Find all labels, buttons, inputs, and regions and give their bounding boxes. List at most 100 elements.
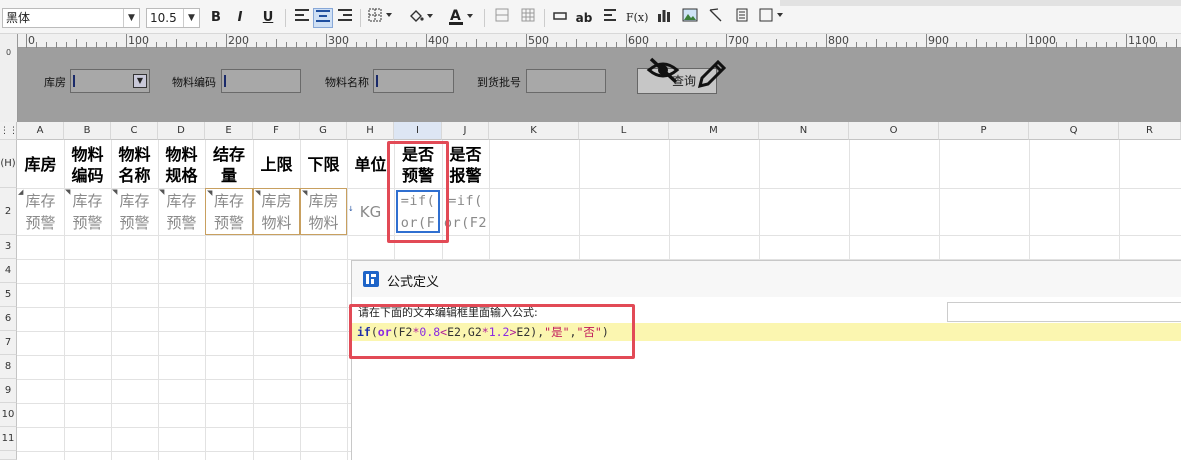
batch-number-field[interactable] — [526, 69, 606, 93]
fill-color-icon[interactable] — [406, 8, 438, 28]
italic-button[interactable]: I — [230, 8, 250, 28]
ruler-minor-tick — [96, 42, 97, 48]
image-icon[interactable] — [680, 8, 700, 28]
ruler-minor-tick — [936, 42, 937, 48]
cell-text: =if( or(F2 — [443, 192, 488, 231]
warehouse-combo[interactable]: ▼ — [70, 69, 150, 93]
box-border-icon[interactable] — [758, 8, 788, 28]
row-header[interactable]: 7 — [0, 331, 17, 355]
data-cell[interactable]: ◥ 库房 物料 — [253, 188, 300, 235]
row-header[interactable]: 4 — [0, 259, 17, 283]
data-cell[interactable]: ◥ 库房 物料 — [300, 188, 347, 235]
chevron-down-icon[interactable]: ▼ — [183, 9, 199, 27]
row-header[interactable]: 8 — [0, 355, 17, 379]
column-header[interactable]: C — [111, 122, 158, 140]
data-cell[interactable]: ◥ 库存 预警 — [158, 188, 205, 235]
pencil-icon[interactable] — [694, 56, 728, 92]
header-cell[interactable]: 物料 名称 — [111, 141, 158, 188]
row-header[interactable]: 2 — [0, 188, 17, 235]
header-cell[interactable]: 下限 — [300, 141, 347, 188]
font-size-select[interactable]: 10.5 ▼ — [146, 8, 200, 28]
data-cell[interactable]: ◥ 库存 预警 — [64, 188, 111, 235]
column-header-selected[interactable]: I — [394, 122, 442, 140]
chevron-down-icon[interactable]: ▼ — [123, 9, 139, 27]
font-size-value: 10.5 — [150, 11, 177, 25]
column-header[interactable]: R — [1119, 122, 1181, 140]
align-left-icon[interactable] — [292, 8, 312, 28]
toolbar-separator — [544, 9, 545, 27]
column-header[interactable]: M — [669, 122, 759, 140]
column-header[interactable]: A — [17, 122, 64, 140]
row-header[interactable]: 9 — [0, 379, 17, 403]
function-search-input[interactable] — [947, 302, 1181, 322]
row-header-h[interactable]: (H) — [0, 140, 17, 188]
data-cell[interactable]: ◥ 库存 预警 — [111, 188, 158, 235]
material-code-field[interactable] — [221, 69, 301, 93]
row-header-partial[interactable] — [0, 451, 17, 460]
document-icon[interactable] — [732, 8, 752, 28]
data-cell[interactable]: ◥ 库存 预警 — [205, 188, 253, 235]
row-header[interactable]: 6 — [0, 307, 17, 331]
bold-button[interactable]: B — [206, 8, 226, 28]
ruler-minor-tick — [576, 39, 577, 48]
header-cell[interactable]: 库房 — [17, 141, 64, 188]
column-header[interactable]: P — [939, 122, 1029, 140]
border-icon[interactable] — [366, 8, 398, 28]
column-header[interactable]: E — [205, 122, 253, 140]
column-header[interactable]: Q — [1029, 122, 1119, 140]
ruler-minor-tick — [106, 42, 107, 48]
formula-highlight-box — [349, 304, 635, 359]
row-header[interactable]: 3 — [0, 235, 17, 259]
column-header[interactable]: D — [158, 122, 205, 140]
row-header[interactable]: 11 — [0, 427, 17, 451]
row-header[interactable]: 5 — [0, 283, 17, 307]
bar-chart-icon[interactable] — [654, 8, 674, 28]
combo-dropdown-icon[interactable]: ▼ — [133, 74, 147, 88]
ruler-minor-tick — [1076, 39, 1077, 48]
table-grid-icon[interactable] — [518, 8, 538, 28]
paragraph-icon[interactable] — [600, 8, 620, 28]
row-header[interactable]: 10 — [0, 403, 17, 427]
header-cell[interactable]: 物料 规格 — [158, 141, 205, 188]
ruler-minor-tick — [306, 42, 307, 48]
text-ab-icon[interactable]: ab — [574, 8, 594, 28]
ruler-minor-tick — [856, 42, 857, 48]
merge-cells-icon[interactable] — [492, 8, 512, 28]
slash-line-icon[interactable] — [706, 8, 726, 28]
material-name-field[interactable] — [373, 69, 454, 93]
header-cell[interactable]: 上限 — [253, 141, 300, 188]
eye-slash-icon[interactable] — [646, 56, 686, 86]
ruler-minor-tick — [616, 42, 617, 48]
column-header[interactable]: G — [300, 122, 347, 140]
header-cell[interactable]: 是否 报警 — [442, 141, 489, 188]
corner-marker-icon: ◢ — [18, 188, 24, 196]
formula-fx-icon[interactable]: F(x) — [626, 8, 648, 28]
ruler-label: 0 — [28, 34, 35, 47]
underline-button[interactable]: U — [258, 8, 278, 28]
header-cell[interactable]: 物料 编码 — [64, 141, 111, 188]
text-field-icon[interactable] — [550, 8, 570, 28]
formula-cell[interactable]: =if( or(F2 — [442, 188, 489, 235]
column-header[interactable]: O — [849, 122, 939, 140]
ruler-minor-tick — [156, 42, 157, 48]
column-header[interactable]: H — [347, 122, 394, 140]
header-cell[interactable]: 结存 量 — [205, 141, 253, 188]
ruler-minor-tick — [406, 42, 407, 48]
dialog-titlebar[interactable]: 公式定义 — [352, 261, 1181, 297]
ruler-minor-tick — [216, 42, 217, 48]
select-all-corner[interactable]: ⋮⋮ — [0, 122, 18, 140]
align-right-icon[interactable] — [335, 8, 355, 28]
column-header[interactable]: J — [442, 122, 489, 140]
font-color-icon[interactable]: A — [446, 8, 478, 28]
ruler-minor-tick — [816, 42, 817, 48]
data-cell[interactable]: ◢ 库存 预警 — [17, 188, 64, 235]
column-header[interactable]: K — [489, 122, 579, 140]
column-header[interactable]: N — [759, 122, 849, 140]
column-header[interactable]: L — [579, 122, 669, 140]
font-name-select[interactable]: 黑体 ▼ — [2, 8, 140, 28]
column-header[interactable]: F — [253, 122, 300, 140]
ruler-minor-tick — [1116, 42, 1117, 48]
align-center-icon[interactable] — [313, 8, 333, 28]
column-header[interactable]: B — [64, 122, 111, 140]
corner-marker-icon: ◥ — [255, 189, 261, 197]
